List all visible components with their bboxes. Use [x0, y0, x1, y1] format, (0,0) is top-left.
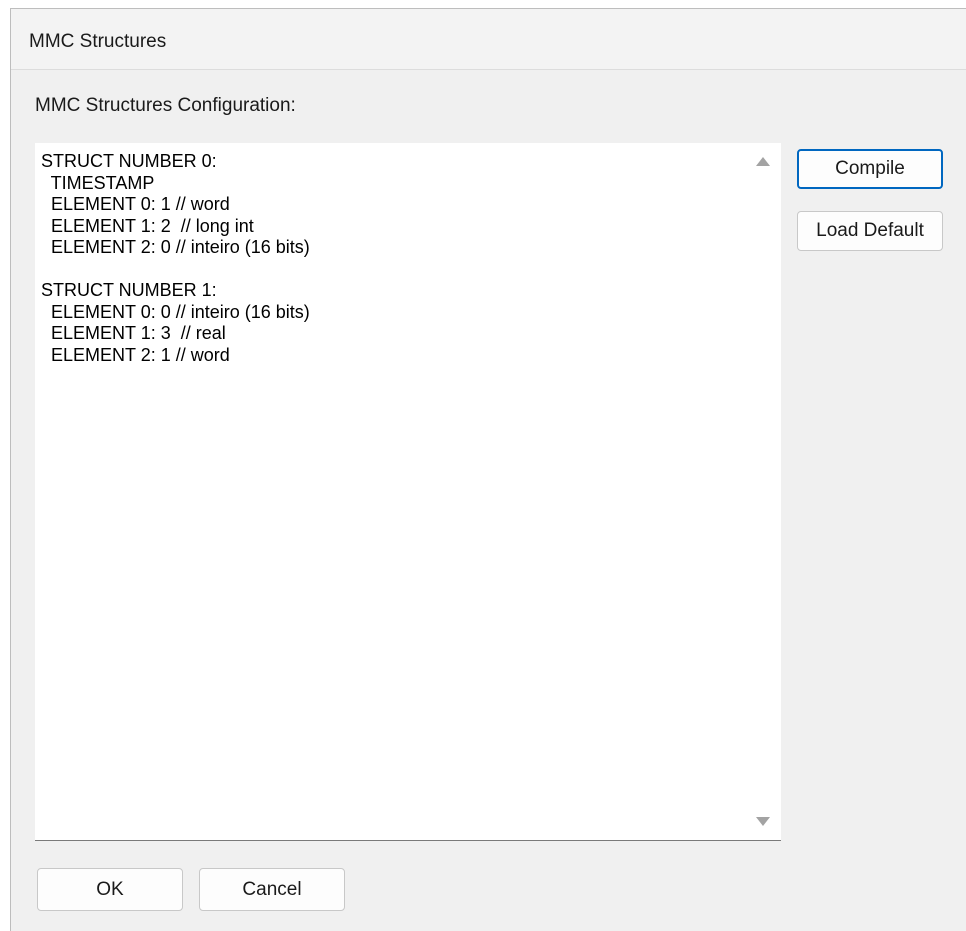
mmc-structures-dialog: MMC Structures MMC Structures Configurat… [10, 8, 966, 931]
cancel-button[interactable]: Cancel [199, 868, 345, 911]
arrow-up-icon[interactable] [756, 157, 770, 166]
configuration-text[interactable]: STRUCT NUMBER 0: TIMESTAMP ELEMENT 0: 1 … [41, 151, 741, 831]
ok-button[interactable]: OK [37, 868, 183, 911]
compile-button[interactable]: Compile [797, 149, 943, 189]
configuration-label: MMC Structures Configuration: [35, 95, 296, 116]
configuration-editor[interactable]: STRUCT NUMBER 0: TIMESTAMP ELEMENT 0: 1 … [35, 143, 781, 841]
window-title: MMC Structures [29, 31, 167, 52]
load-default-button[interactable]: Load Default [797, 211, 943, 251]
title-bar[interactable]: MMC Structures [11, 9, 966, 70]
arrow-down-icon[interactable] [756, 817, 770, 826]
vertical-scrollbar[interactable] [745, 143, 781, 840]
